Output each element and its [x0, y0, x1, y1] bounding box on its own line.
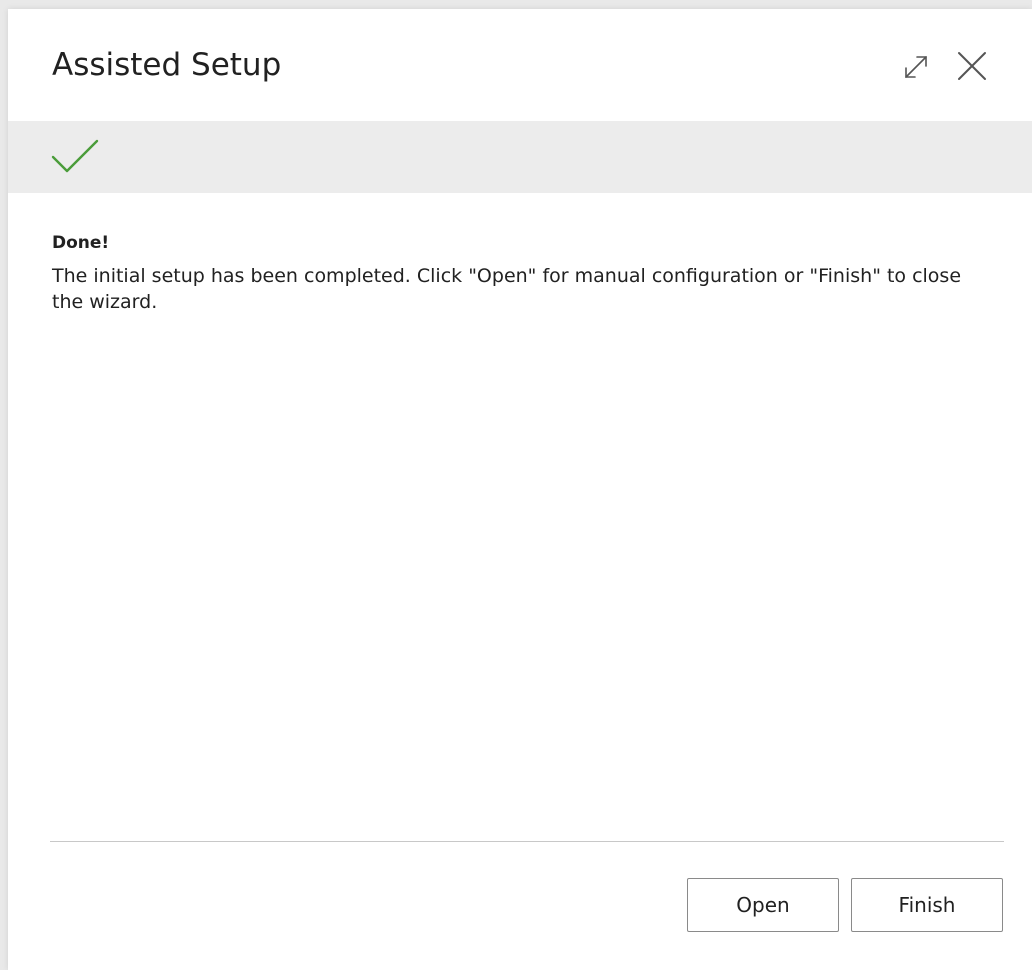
dialog-content: Done! The initial setup has been complet… — [52, 231, 972, 315]
expand-button[interactable] — [896, 47, 936, 87]
assisted-setup-dialog: Assisted Setup Done! The initial setup h… — [8, 9, 1032, 970]
checkmark-icon — [51, 139, 99, 173]
dialog-header: Assisted Setup — [8, 9, 1032, 121]
expand-diagonal-icon — [905, 56, 927, 78]
completion-heading: Done! — [52, 233, 110, 253]
finish-button[interactable]: Finish — [851, 878, 1003, 932]
close-icon — [958, 52, 986, 80]
step-progress-bar — [8, 121, 1032, 193]
completion-message: The initial setup has been completed. Cl… — [52, 265, 962, 313]
open-button[interactable]: Open — [687, 878, 839, 932]
close-button[interactable] — [952, 46, 992, 86]
dialog-title: Assisted Setup — [52, 47, 282, 83]
footer-divider — [50, 841, 1004, 842]
